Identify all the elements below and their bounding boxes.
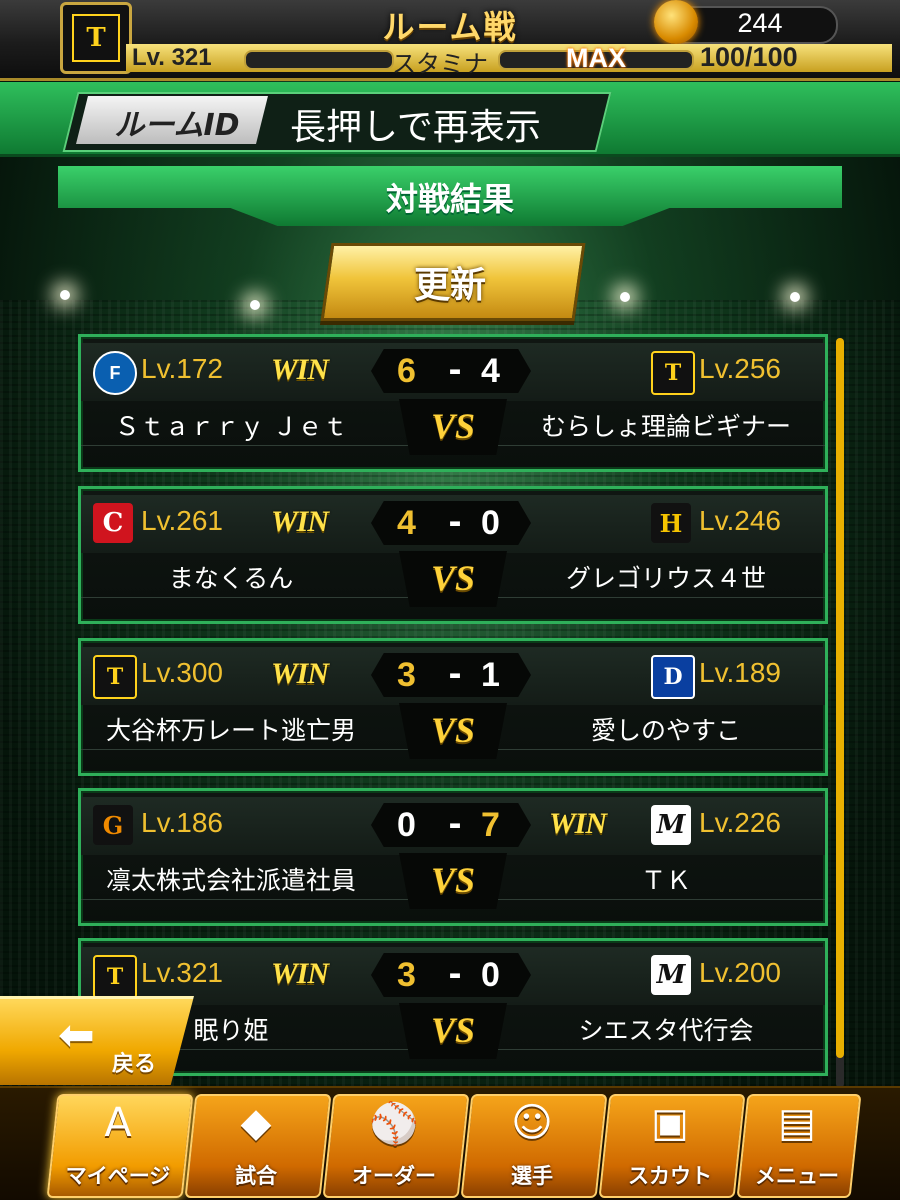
right-player-name[interactable]: シエスタ代行会 [511, 1011, 821, 1047]
vs-label: VS [430, 860, 476, 900]
right-player-level: Lv.256 [699, 353, 781, 384]
left-player-name[interactable]: Ｓｔａｒｒｙ Ｊｅｔ [81, 407, 381, 443]
left-player-name[interactable]: 凛太株式会社派遣社員 [81, 861, 381, 897]
left-player-level: Lv.261 [141, 505, 223, 536]
game-screen: T ルーム戦 244 Lv. 321 スタミナ MAX 100/100 ルームI… [0, 0, 900, 1200]
win-badge: WIN [271, 657, 329, 690]
vs-label: VS [430, 558, 476, 598]
left-score: 4 [397, 504, 416, 542]
right-player-name[interactable]: むらしょ理論ビギナー [511, 407, 821, 443]
order-icon: ⚾ [369, 1101, 419, 1147]
score-separator: - [448, 805, 462, 843]
nav-players-label[interactable]: 選手 [466, 1160, 598, 1190]
right-player-name[interactable]: 愛しのやすこ [511, 711, 821, 747]
right-player-level: Lv.226 [699, 807, 781, 838]
exp-gauge [244, 50, 394, 70]
score-separator: - [448, 351, 462, 389]
back-arrow-icon[interactable]: ⬅ [58, 1010, 95, 1061]
giants-logo-icon: G [93, 805, 133, 845]
fighters-logo-icon: F [93, 351, 137, 395]
nav-menu-label[interactable]: メニュー [742, 1160, 852, 1190]
score-separator: - [448, 503, 462, 541]
tigers-logo-icon: T [93, 955, 137, 999]
left-player-level: Lv.186 [141, 807, 223, 838]
coin-count: 244 [737, 8, 783, 38]
nav-order-label[interactable]: オーダー [328, 1160, 460, 1190]
left-player-name[interactable]: まなくるん [81, 559, 381, 595]
players-icon: ☺ [511, 1100, 553, 1146]
tigers-logo-icon: T [93, 655, 137, 699]
mypage-icon: A [104, 1100, 132, 1146]
tigers-logo-icon: T [651, 351, 695, 395]
stadium-light [250, 300, 260, 310]
nav-match-label[interactable]: 試合 [190, 1160, 322, 1190]
stadium-light [620, 292, 630, 302]
win-badge: WIN [549, 807, 607, 840]
back-button[interactable] [0, 996, 194, 1085]
stamina-max-label: MAX [566, 43, 626, 73]
vs-label: VS [430, 710, 476, 750]
stadium-light [60, 290, 70, 300]
stadium-light [790, 292, 800, 302]
marines-logo-icon: M [651, 805, 691, 845]
right-score: 0 [481, 504, 500, 542]
vs-label: VS [430, 406, 476, 446]
right-player-level: Lv.200 [699, 957, 781, 988]
match-card[interactable]: G Lv.186 0-7 WIN M Lv.226 VS 凛太株式会社派遣社員 ＴＫ [78, 788, 828, 926]
win-badge: WIN [271, 957, 329, 990]
match-card[interactable]: T Lv.300 WIN 3-1 D Lv.189 VS 大谷杯万レート逃亡男 愛しのやすこ [78, 638, 828, 776]
right-score: 4 [481, 352, 500, 390]
left-player-level: Lv.300 [141, 657, 223, 688]
right-player-name[interactable]: ＴＫ [511, 861, 821, 897]
carp-logo-icon: C [93, 503, 133, 543]
menu-icon: ▤ [778, 1100, 816, 1146]
right-player-level: Lv.189 [699, 657, 781, 688]
win-badge: WIN [271, 505, 329, 538]
refresh-button-label[interactable]: 更新 [326, 256, 574, 308]
hawks-logo-icon: H [651, 503, 691, 543]
right-player-name[interactable]: グレゴリウス４世 [511, 559, 821, 595]
coin-icon [654, 0, 698, 44]
room-id-value[interactable]: 長押しで再表示 [290, 98, 541, 150]
match-card[interactable]: F Lv.172 WIN 6-4 T Lv.256 VS Ｓｔａｒｒｙ Ｊｅｔ むらしょ理論ビギ… [78, 334, 828, 472]
stamina-value: 100/100 [700, 42, 798, 72]
right-score: 1 [481, 656, 500, 694]
room-id-label: ルームID [114, 108, 240, 143]
score-separator: - [448, 655, 462, 693]
left-player-name[interactable]: 大谷杯万レート逃亡男 [81, 711, 381, 747]
right-player-level: Lv.246 [699, 505, 781, 536]
left-player-level: Lv.321 [141, 957, 223, 988]
nav-scout-label[interactable]: スカウト [604, 1160, 736, 1190]
marines-logo-icon: M [651, 955, 691, 995]
scrollbar-thumb[interactable] [836, 338, 844, 1058]
match-card[interactable]: C Lv.261 WIN 4-0 H Lv.246 VS まなくるん グレゴリウス４世 [78, 486, 828, 624]
match-icon: ◆ [240, 1100, 272, 1146]
win-badge: WIN [271, 353, 329, 386]
left-score: 0 [397, 806, 416, 844]
back-button-label[interactable]: 戻る [112, 1046, 156, 1078]
right-score: 0 [481, 956, 500, 994]
left-score: 6 [397, 352, 416, 390]
right-score: 7 [481, 806, 500, 844]
dragons-logo-icon: D [651, 655, 695, 699]
stamina-label: スタミナ [392, 50, 488, 78]
results-title: 対戦結果 [385, 180, 514, 218]
player-level: Lv. 321 [132, 44, 212, 71]
nav-mypage-label[interactable]: マイページ [52, 1160, 184, 1190]
left-player-level: Lv.172 [141, 353, 223, 384]
scout-icon: ▣ [651, 1100, 689, 1146]
left-score: 3 [397, 956, 416, 994]
score-separator: - [448, 955, 462, 993]
left-score: 3 [397, 656, 416, 694]
vs-label: VS [430, 1010, 476, 1050]
